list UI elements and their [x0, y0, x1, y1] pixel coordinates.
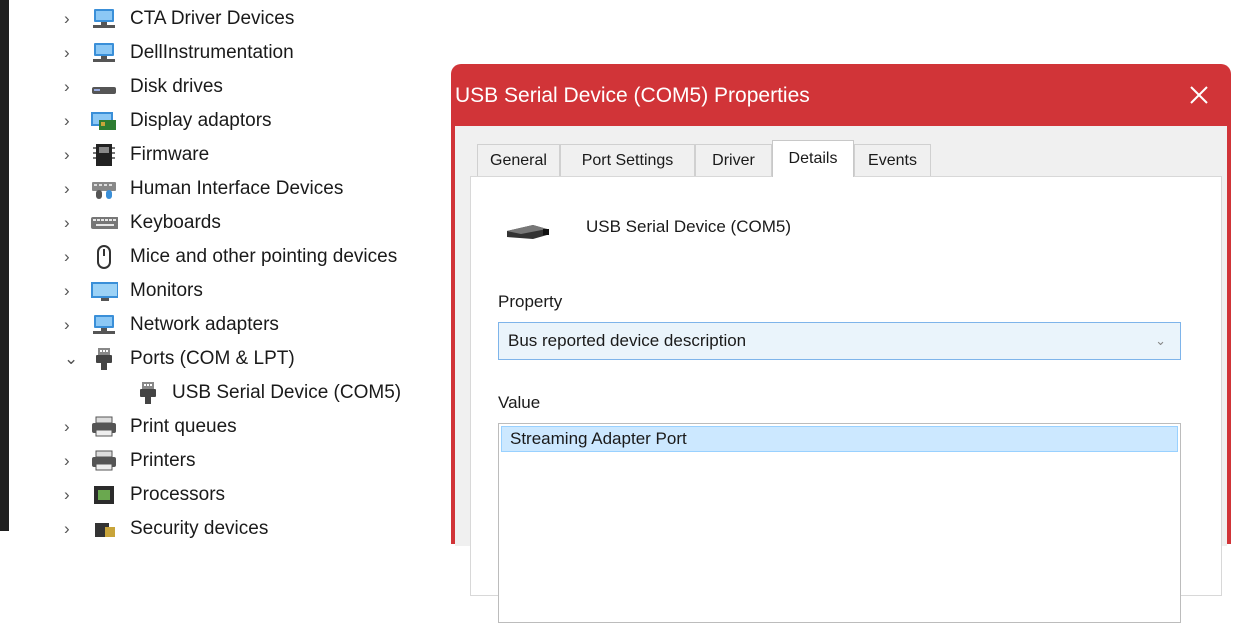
- tab-events[interactable]: Events: [854, 144, 931, 176]
- chevron-right-icon[interactable]: ›: [64, 213, 90, 233]
- tree-item-firmware[interactable]: › Firmware: [64, 138, 209, 172]
- tree-item-label: Ports (COM & LPT): [130, 348, 295, 369]
- tab-general[interactable]: General: [477, 144, 560, 176]
- tree-item-printers[interactable]: › Printers: [64, 444, 195, 478]
- firmware-chip-icon: [90, 143, 118, 167]
- tree-item-label: Processors: [130, 484, 226, 505]
- chevron-right-icon[interactable]: ›: [64, 247, 90, 267]
- dialog-title: USB Serial Device (COM5) Properties: [455, 84, 810, 107]
- keyboard-icon: [90, 211, 118, 235]
- chevron-right-icon[interactable]: ›: [64, 77, 90, 97]
- details-panel: USB Serial Device (COM5) Property Bus re…: [470, 176, 1222, 623]
- tree-item-label: Monitors: [130, 280, 203, 301]
- tree-item-label: Firmware: [130, 144, 210, 165]
- property-select[interactable]: Bus reported device description ⌄: [498, 322, 1181, 360]
- device-name: USB Serial Device (COM5): [586, 217, 791, 236]
- close-icon: [1190, 86, 1208, 104]
- tree-item-ports[interactable]: ⌄ Ports (COM & LPT): [64, 342, 295, 376]
- tree-item-processors[interactable]: › Processors: [64, 478, 225, 512]
- property-selected-value: Bus reported device description: [508, 331, 747, 350]
- chevron-right-icon[interactable]: ›: [64, 145, 90, 165]
- hid-icon: [90, 177, 118, 201]
- tree-item-label: Printers: [130, 450, 196, 471]
- tree-item-dellinstrumentation[interactable]: › DellInstrumentation: [64, 36, 294, 70]
- tab-label: Details: [788, 150, 838, 167]
- tab-label: Events: [868, 151, 917, 169]
- processor-icon: [90, 483, 118, 507]
- printer-icon: [90, 449, 118, 473]
- tab-label: General: [490, 151, 547, 169]
- mouse-icon: [90, 245, 118, 269]
- tree-item-disk-drives[interactable]: › Disk drives: [64, 70, 223, 104]
- tree-item-keyboards[interactable]: › Keyboards: [64, 206, 221, 240]
- tree-item-label: DellInstrumentation: [130, 42, 294, 63]
- chevron-right-icon[interactable]: ›: [64, 179, 90, 199]
- tree-item-cta-driver-devices[interactable]: › CTA Driver Devices: [64, 2, 294, 36]
- security-icon: [90, 517, 118, 541]
- tree-item-label: Mice and other pointing devices: [130, 246, 398, 267]
- tree-item-mice[interactable]: › Mice and other pointing devices: [64, 240, 397, 274]
- tab-driver[interactable]: Driver: [695, 144, 772, 176]
- edge-marker: [0, 236, 8, 266]
- tree-item-display-adaptors[interactable]: › Display adaptors: [64, 104, 272, 138]
- chevron-right-icon[interactable]: ›: [64, 43, 90, 63]
- tree-item-network-adapters[interactable]: › Network adapters: [64, 308, 279, 342]
- chevron-right-icon[interactable]: ›: [64, 315, 90, 335]
- chevron-right-icon[interactable]: ›: [64, 519, 90, 539]
- chevron-right-icon[interactable]: ›: [64, 281, 90, 301]
- port-icon: [134, 381, 162, 405]
- chevron-down-icon[interactable]: ⌄: [64, 349, 90, 369]
- monitor-network-icon: [90, 313, 118, 337]
- properties-dialog: USB Serial Device (COM5) Properties Gene…: [451, 64, 1231, 623]
- tree-item-label: Print queues: [130, 416, 237, 437]
- chevron-right-icon[interactable]: ›: [64, 485, 90, 505]
- usb-plug-icon: [503, 217, 551, 246]
- tree-item-label: Disk drives: [130, 76, 223, 97]
- tree-item-label: Network adapters: [130, 314, 279, 335]
- tab-details[interactable]: Details: [772, 140, 854, 177]
- port-icon: [90, 347, 118, 371]
- chevron-right-icon[interactable]: ›: [64, 9, 90, 29]
- tree-item-label: Security devices: [130, 518, 269, 539]
- tree-item-label: Keyboards: [130, 212, 221, 233]
- tree-item-usb-serial-device-com5[interactable]: USB Serial Device (COM5): [134, 376, 401, 410]
- chevron-down-icon: ⌄: [1155, 333, 1166, 348]
- value-label: Value: [498, 393, 541, 412]
- display-adapter-icon: [90, 109, 118, 133]
- chevron-right-icon[interactable]: ›: [64, 451, 90, 471]
- property-label: Property: [498, 292, 563, 311]
- tree-item-label: CTA Driver Devices: [130, 8, 295, 29]
- tab-port-settings[interactable]: Port Settings: [560, 144, 695, 176]
- close-button[interactable]: [1181, 78, 1217, 112]
- tree-item-label: USB Serial Device (COM5): [172, 382, 402, 403]
- value-item-text: Streaming Adapter Port: [510, 429, 687, 448]
- printer-icon: [90, 415, 118, 439]
- tree-item-security-devices[interactable]: › Security devices: [64, 512, 268, 546]
- tab-label: Port Settings: [581, 151, 674, 169]
- dialog-client: General Port Settings Driver Details Eve…: [455, 126, 1227, 623]
- monitor-icon: [90, 279, 118, 303]
- dialog-titlebar[interactable]: USB Serial Device (COM5) Properties: [451, 64, 1231, 126]
- tree-item-label: Display adaptors: [130, 110, 272, 131]
- disk-drive-icon: [90, 75, 118, 99]
- monitor-network-icon: [90, 7, 118, 31]
- value-list[interactable]: Streaming Adapter Port: [498, 423, 1181, 623]
- chevron-right-icon[interactable]: ›: [64, 111, 90, 131]
- tab-label: Driver: [712, 151, 755, 169]
- tree-item-print-queues[interactable]: › Print queues: [64, 410, 237, 444]
- tree-item-human-interface-devices[interactable]: › Human Interface Devices: [64, 172, 343, 206]
- monitor-network-icon: [90, 41, 118, 65]
- tree-item-monitors[interactable]: › Monitors: [64, 274, 203, 308]
- chevron-right-icon[interactable]: ›: [64, 417, 90, 437]
- device-tree: › CTA Driver Devices › DellInstrumentati…: [64, 0, 464, 539]
- value-list-item[interactable]: Streaming Adapter Port: [501, 426, 1178, 452]
- tree-item-label: Human Interface Devices: [130, 178, 344, 199]
